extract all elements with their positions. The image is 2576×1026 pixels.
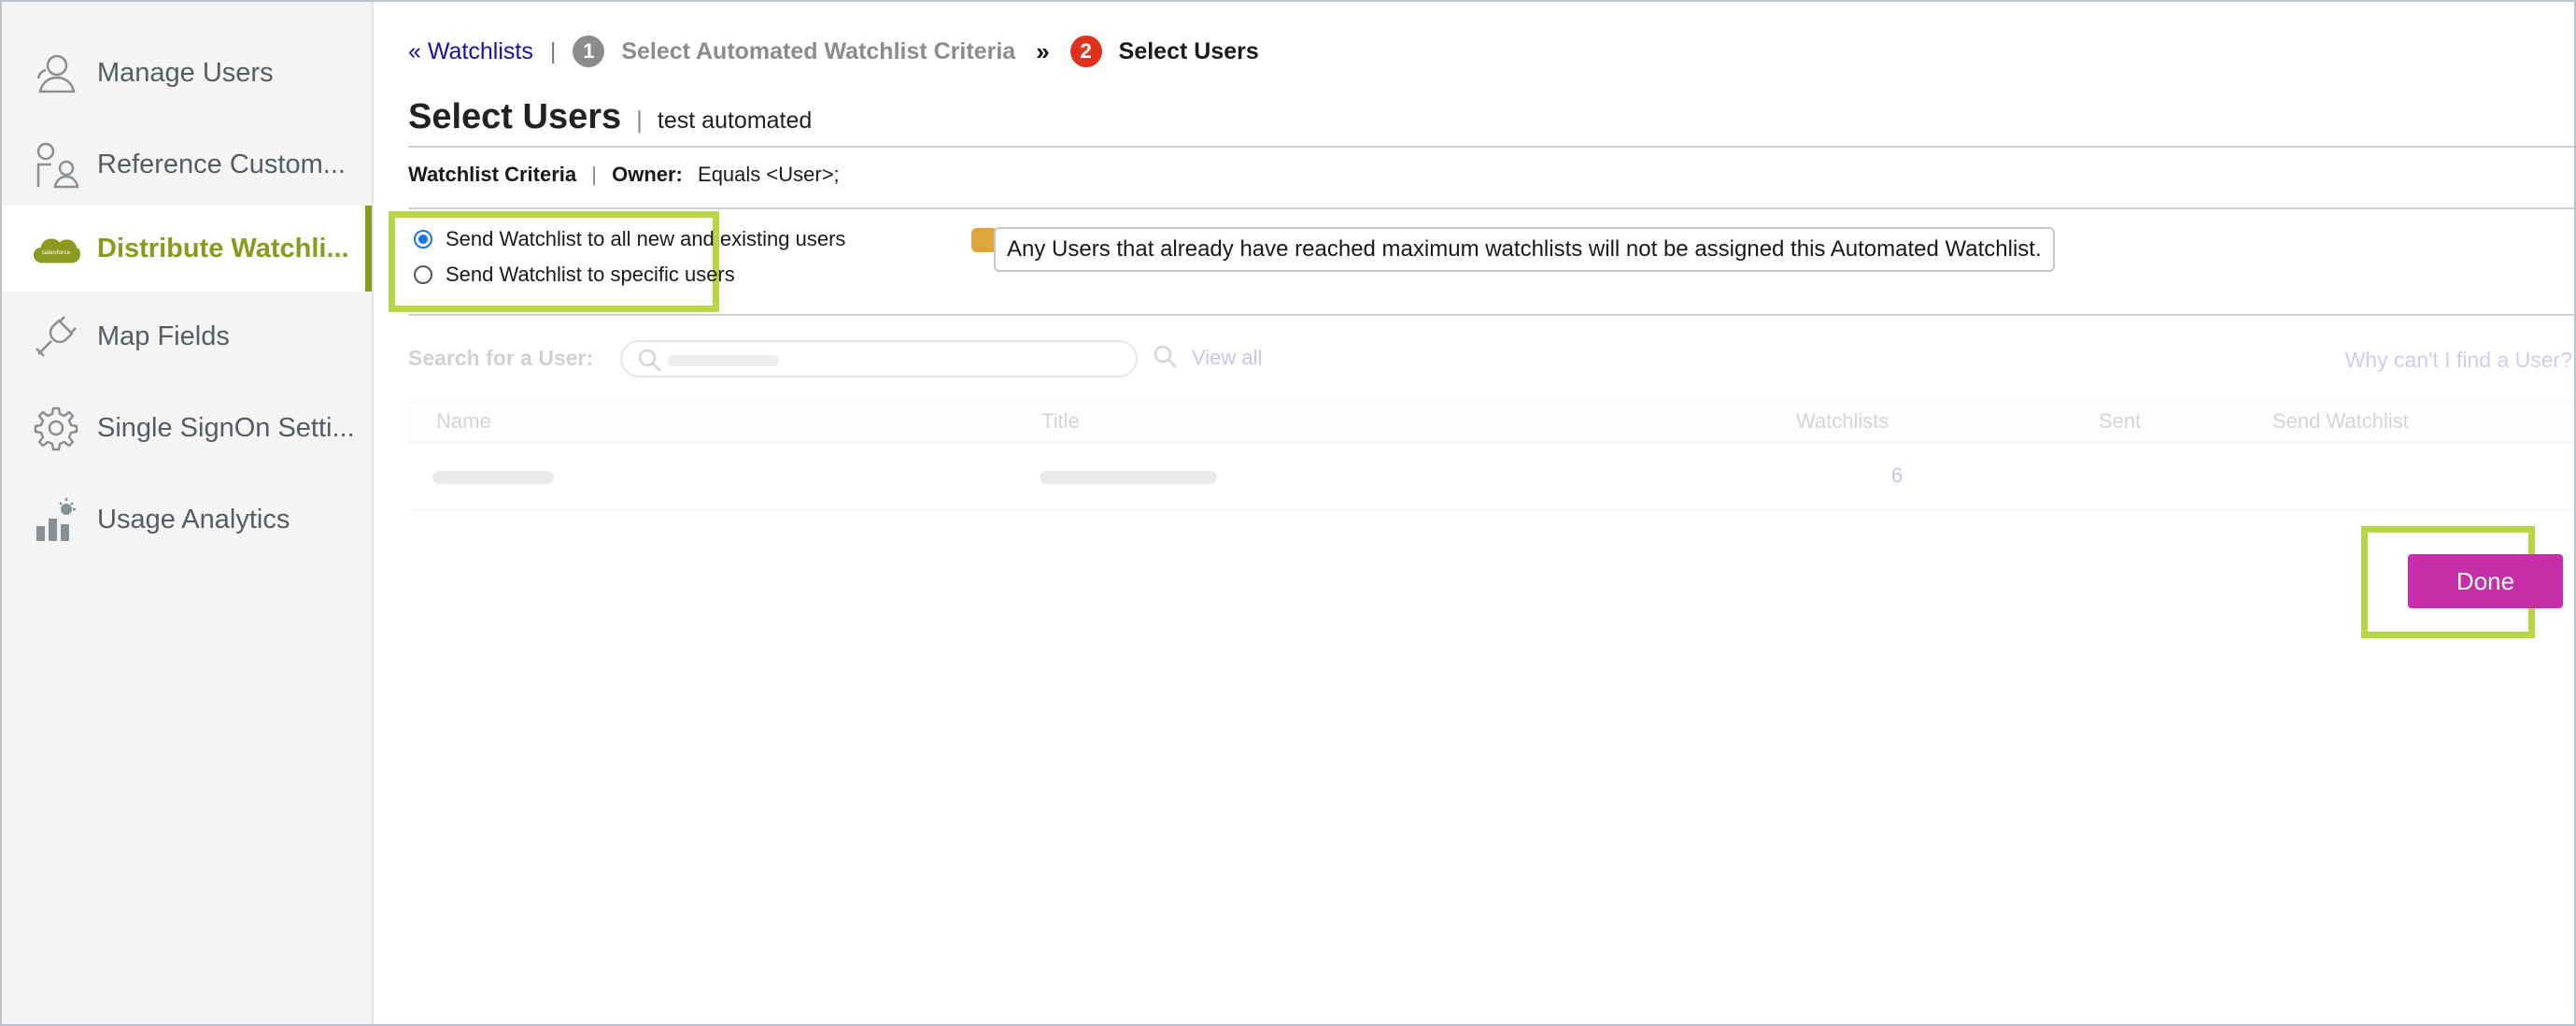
sidebar-item-label: Manage Users — [97, 57, 274, 88]
send-specific-users-option[interactable]: Send Watchlist to specific users — [414, 263, 735, 287]
salesforce-cloud-icon: salesforce — [32, 224, 80, 273]
user-name-redacted — [432, 471, 554, 484]
divider — [408, 146, 2574, 148]
step-arrow: » — [1036, 36, 1050, 65]
send-all-users-label: Send Watchlist to all new and existing u… — [446, 227, 846, 250]
criteria-label: Watchlist Criteria — [408, 163, 577, 186]
why-cant-find-user-link[interactable]: Why can't I find a User? — [2345, 348, 2572, 373]
sidebar-item-usage-analytics[interactable]: Usage Analytics — [2, 477, 372, 563]
done-button[interactable]: Done — [2408, 554, 2563, 608]
owner-label: Owner: — [612, 163, 683, 186]
back-to-watchlists-link[interactable]: « Watchlists — [408, 38, 533, 65]
table-row[interactable]: 6 — [408, 443, 2574, 510]
search-input-value-redacted — [667, 355, 779, 366]
sidebar-item-single-signon[interactable]: Single SignOn Setti... — [2, 385, 372, 471]
column-header-send-watchlist: Send Watchlist — [2272, 409, 2409, 433]
owner-value: Equals <User>; — [698, 163, 840, 186]
send-all-users-radio[interactable] — [414, 230, 432, 249]
search-label: Search for a User: — [408, 346, 594, 370]
view-all-link[interactable]: View all — [1192, 346, 1262, 370]
main-content: « Watchlists | 1 Select Automated Watchl… — [374, 2, 2574, 1024]
page-title: Select Users — [408, 97, 622, 136]
svg-text:salesforce: salesforce — [42, 249, 71, 256]
title-separator: | — [636, 106, 643, 134]
criteria-separator: | — [591, 163, 597, 186]
sidebar-item-map-fields[interactable]: Map Fields — [2, 293, 372, 379]
sidebar-item-label: Usage Analytics — [97, 504, 290, 534]
watchlist-criteria: Watchlist Criteria | Owner: Equals <User… — [408, 163, 840, 187]
sidebar-item-label: Distribute Watchli... — [97, 233, 349, 264]
max-watchlists-notice: Any Users that already have reached maxi… — [994, 227, 2055, 272]
users-table-header: Name Title Watchlists Sent Send Watchlis… — [408, 398, 2574, 443]
search-button-icon[interactable] — [1153, 344, 1179, 375]
send-all-users-option[interactable]: Send Watchlist to all new and existing u… — [414, 227, 845, 251]
notice-text: Any Users that already have reached maxi… — [1007, 236, 2042, 262]
step-1-label[interactable]: Select Automated Watchlist Criteria — [621, 38, 1015, 65]
sidebar-item-distribute-watchlists[interactable]: salesforce Distribute Watchli... — [2, 206, 372, 292]
column-header-sent[interactable]: Sent — [2099, 409, 2141, 434]
reference-customers-icon — [32, 140, 80, 189]
sidebar-item-label: Reference Custom... — [97, 149, 346, 179]
send-options-highlight: Send Watchlist to all new and existing u… — [389, 211, 845, 312]
plug-icon — [32, 312, 80, 361]
user-title-redacted — [1040, 471, 1217, 484]
divider — [408, 314, 2574, 316]
sidebar-item-reference-customers[interactable]: Reference Custom... — [2, 121, 372, 207]
column-header-name[interactable]: Name — [436, 409, 491, 434]
sidebar-item-label: Single SignOn Setti... — [97, 412, 355, 443]
send-specific-users-label: Send Watchlist to specific users — [446, 263, 735, 286]
send-specific-users-radio[interactable] — [414, 265, 432, 284]
breadcrumb: « Watchlists | 1 Select Automated Watchl… — [408, 36, 1259, 67]
search-input[interactable] — [620, 340, 1138, 378]
sidebar: Manage Users Reference Custom... salesfo… — [2, 2, 374, 1024]
search-icon — [637, 348, 663, 378]
sidebar-item-manage-users[interactable]: Manage Users — [2, 30, 372, 116]
step-1-badge: 1 — [573, 36, 605, 67]
column-header-title[interactable]: Title — [1041, 409, 1080, 434]
breadcrumb-separator: | — [549, 37, 557, 64]
gear-icon — [32, 404, 80, 452]
step-2-badge: 2 — [1069, 36, 1102, 67]
title-row: Select Users | test automated — [408, 97, 812, 137]
analytics-icon — [32, 495, 80, 544]
watchlist-name: test automated — [657, 107, 813, 134]
sidebar-item-label: Map Fields — [97, 321, 230, 351]
watchlists-count: 6 — [1891, 463, 1904, 487]
step-2-label: Select Users — [1118, 37, 1259, 64]
users-icon — [32, 49, 80, 97]
divider — [408, 207, 2574, 209]
column-header-watchlists[interactable]: Watchlists — [1796, 409, 1889, 434]
